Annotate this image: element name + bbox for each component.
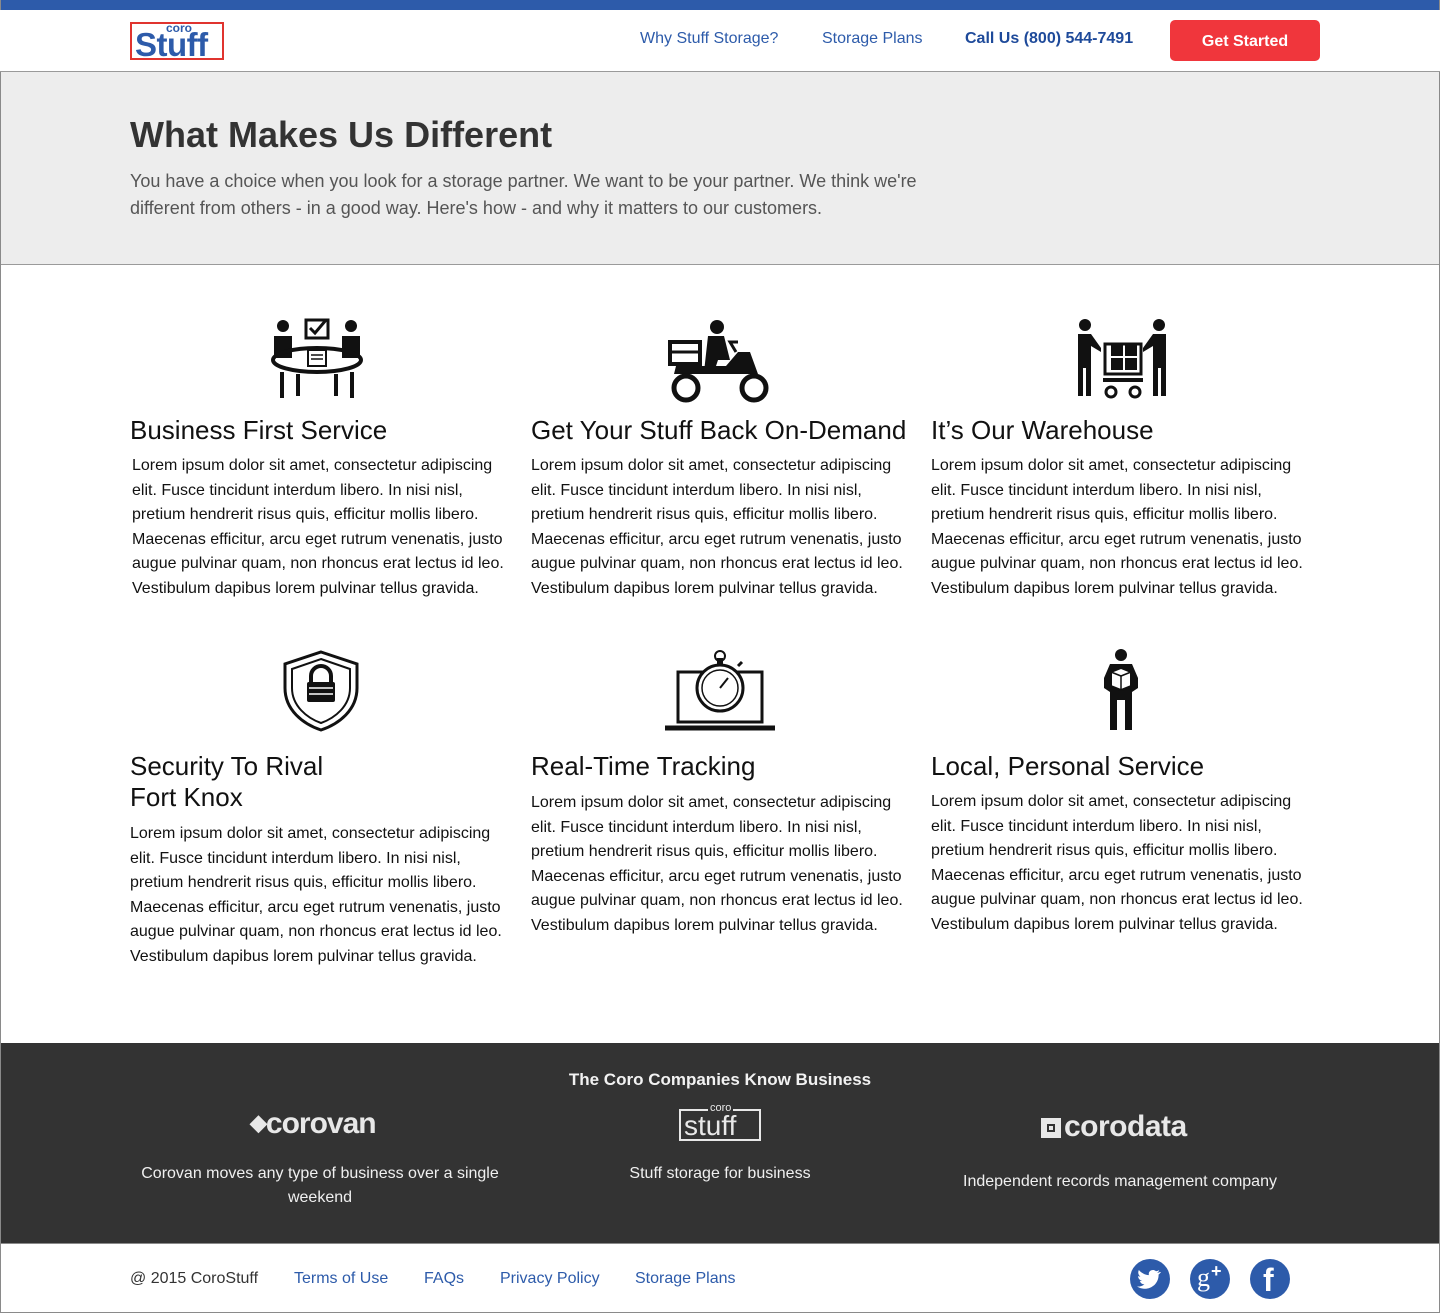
hero-description: You have a choice when you look for a st… [130,171,917,218]
feature-title: Local, Personal Service [931,751,1205,781]
delivery-scooter-icon [668,320,769,403]
feature-body: Lorem ipsum dolor sit amet, consectetur … [130,825,502,965]
nav-why-stuff-storage[interactable]: Why Stuff Storage? [640,30,778,48]
site-header: coro Stuff Why Stuff Storage? Storage Pl… [0,10,1440,72]
diamond-icon: ◆ [250,1110,267,1135]
feature-title-line2: Fort Knox [130,782,243,812]
feature-title: Get Your Stuff Back On-Demand [531,415,907,445]
corostuff-description: Stuff storage for business [629,1165,811,1182]
footer-logo-stuff-text: stuff [684,1110,737,1141]
nav-storage-plans[interactable]: Storage Plans [822,30,923,48]
feature-title: It’s Our Warehouse [931,415,1154,445]
corovan-logo-text: corovan [265,1107,377,1140]
footer-link-faqs[interactable]: FAQs [424,1270,464,1288]
brand-corodata: corodata Independent records management … [930,1043,1310,1243]
corostuff-footer-logo[interactable]: coro stuff [679,1102,761,1141]
google-plus-icon[interactable]: g + [1190,1259,1230,1299]
footer-link-privacy[interactable]: Privacy Policy [500,1270,600,1288]
corodata-logo[interactable]: corodata [1041,1110,1187,1144]
feature-body: Lorem ipsum dolor sit amet, consectetur … [931,793,1303,933]
hero-section: What Makes Us Different You have a choic… [1,72,1439,265]
laptop-stopwatch-icon [665,650,775,731]
feature-body: Lorem ipsum dolor sit amet, consectetur … [531,457,903,597]
logo-stuff-text: Stuff [135,26,208,63]
page-title: What Makes Us Different [130,114,553,155]
person-with-box-icon [1104,649,1138,730]
twitter-icon[interactable] [1130,1259,1170,1299]
corodata-description: Independent records management company [963,1173,1277,1190]
feature-body: Lorem ipsum dolor sit amet, consectetur … [931,457,1303,597]
feature-title-line1: Security To Rival [130,751,324,781]
meeting-table-icon [271,318,363,398]
warehouse-cart-icon [1078,319,1166,399]
footer-link-terms[interactable]: Terms of Use [294,1270,388,1288]
brand-corovan: ◆corovan Corovan moves any type of busin… [130,1043,510,1243]
copyright-text: @ 2015 CoroStuff [130,1270,259,1287]
facebook-icon[interactable]: f [1250,1259,1290,1299]
corodata-square-icon [1041,1118,1061,1138]
get-started-button[interactable]: Get Started [1170,20,1320,61]
corovan-description: Corovan moves any type of business over … [141,1165,499,1206]
brand-corostuff: coro stuff Stuff storage for business [530,1043,910,1243]
site-footer: @ 2015 CoroStuff Terms of Use FAQs Priva… [0,1244,1440,1314]
corodata-logo-text: corodata [1064,1110,1187,1143]
nav-call-us[interactable]: Call Us (800) 544-7491 [965,30,1133,48]
feature-body: Lorem ipsum dolor sit amet, consectetur … [132,457,504,597]
corovan-logo[interactable]: ◆corovan [250,1107,377,1141]
footer-link-storage-plans[interactable]: Storage Plans [635,1270,736,1288]
shield-lock-icon [283,650,359,732]
feature-title: Real-Time Tracking [531,751,756,781]
feature-title: Business First Service [130,415,388,445]
feature-body: Lorem ipsum dolor sit amet, consectetur … [531,794,903,934]
coro-companies-section: The Coro Companies Know Business ◆corova… [1,1043,1439,1244]
corostuff-logo[interactable]: coro Stuff [130,21,224,63]
